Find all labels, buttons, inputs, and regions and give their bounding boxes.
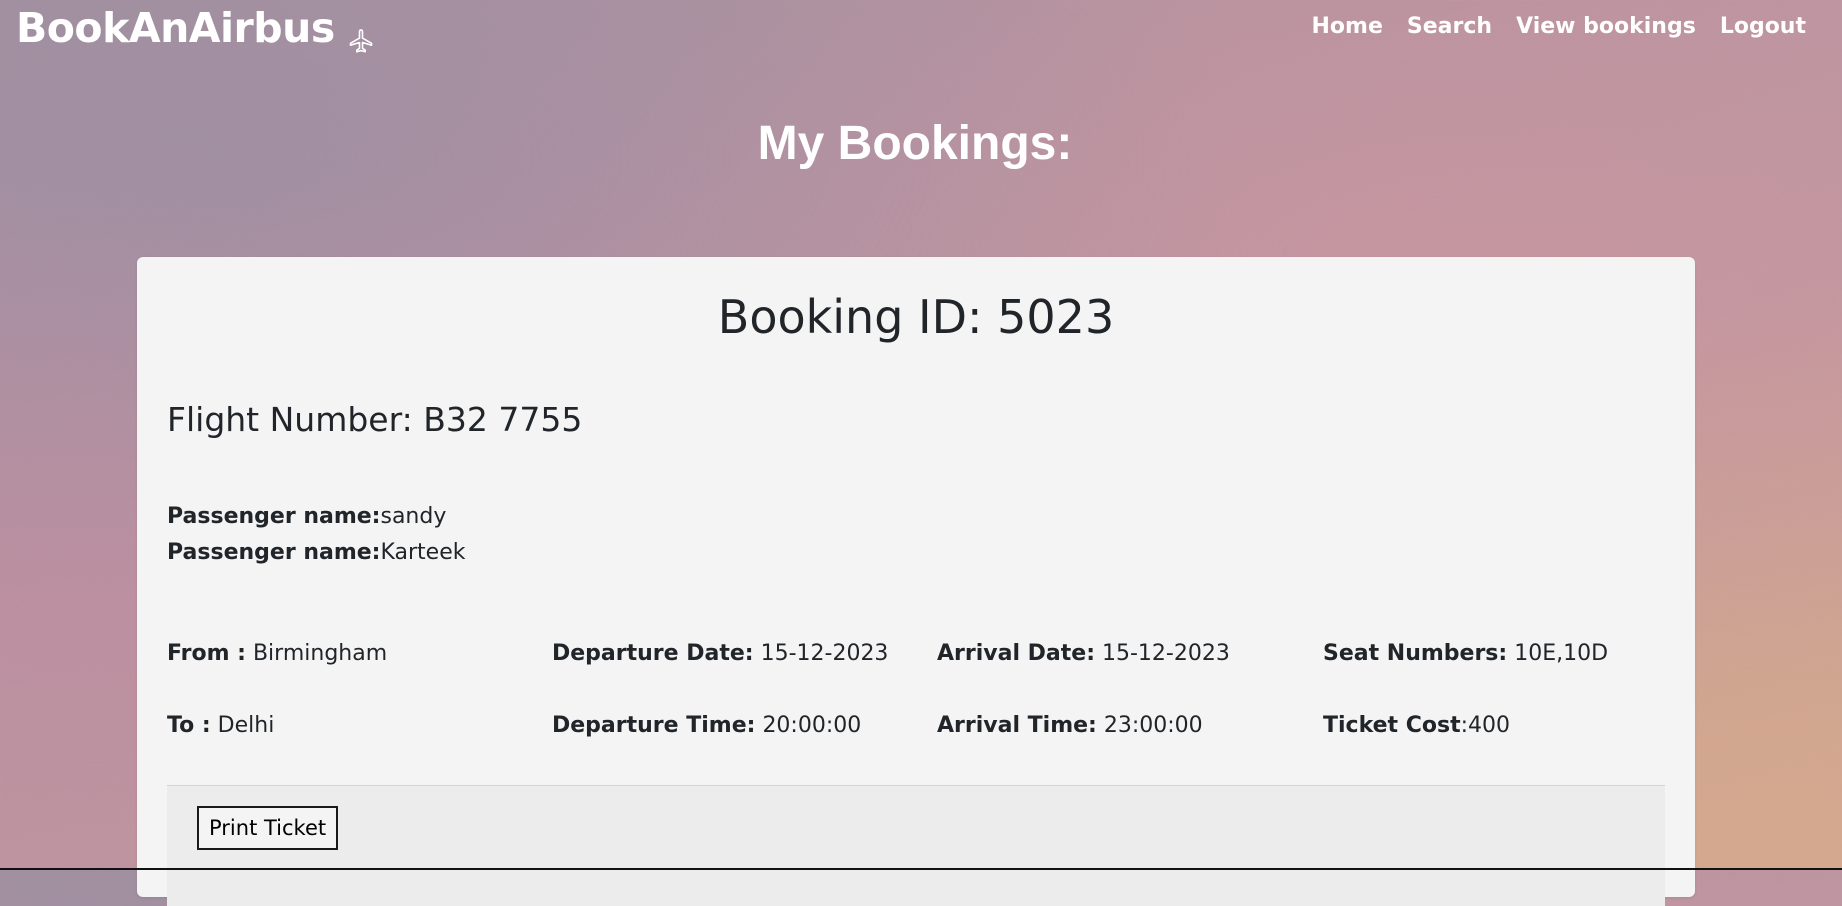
arrival-time-detail: Arrival Time: 23:00:00 bbox=[937, 709, 1203, 743]
passenger-name-value: sandy bbox=[380, 504, 447, 529]
airplane-icon bbox=[347, 17, 375, 53]
nav-search-link[interactable]: Search bbox=[1407, 10, 1492, 44]
brand-name: BookAnAirbus bbox=[16, 4, 335, 52]
to-detail: To : Delhi bbox=[167, 709, 274, 743]
to-label: To : bbox=[167, 713, 211, 738]
passenger-row: Passenger name:sandy bbox=[167, 499, 466, 535]
nav-home-link[interactable]: Home bbox=[1312, 10, 1383, 44]
flight-number-heading: Flight Number: B32 7755 bbox=[167, 399, 582, 441]
from-value: Birmingham bbox=[252, 641, 388, 666]
departure-time-label: Departure Time: bbox=[552, 713, 756, 738]
booking-card: Booking ID: 5023 Flight Number: B32 7755… bbox=[137, 257, 1695, 906]
page-title: My Bookings: bbox=[757, 117, 1073, 170]
ticket-cost-value: :400 bbox=[1460, 713, 1511, 738]
passenger-name-label: Passenger name: bbox=[167, 540, 381, 565]
booking-id-label: Booking ID: bbox=[717, 290, 983, 344]
departure-date-detail: Departure Date: 15-12-2023 bbox=[552, 637, 888, 671]
nav-view-bookings-link[interactable]: View bookings bbox=[1516, 10, 1696, 44]
arrival-date-detail: Arrival Date: 15-12-2023 bbox=[937, 637, 1230, 671]
arrival-date-label: Arrival Date: bbox=[937, 641, 1095, 666]
departure-date-label: Departure Date: bbox=[552, 641, 754, 666]
brand-logo-link[interactable]: BookAnAirbus bbox=[16, 2, 375, 54]
seat-numbers-value: 10E,10D bbox=[1514, 641, 1609, 666]
booking-id-value: 5023 bbox=[997, 290, 1115, 344]
nav-logout-link[interactable]: Logout bbox=[1720, 10, 1806, 44]
arrival-time-value: 23:00:00 bbox=[1103, 713, 1203, 738]
passenger-name-label: Passenger name: bbox=[167, 504, 381, 529]
flight-number-value: B32 7755 bbox=[423, 400, 583, 439]
from-label: From : bbox=[167, 641, 246, 666]
seat-numbers-label: Seat Numbers: bbox=[1323, 641, 1508, 666]
seat-numbers-detail: Seat Numbers: 10E,10D bbox=[1323, 637, 1608, 671]
departure-time-value: 20:00:00 bbox=[762, 713, 862, 738]
passenger-name-value: Karteek bbox=[380, 540, 466, 565]
flight-number-label: Flight Number: bbox=[167, 400, 413, 439]
passenger-list: Passenger name:sandy Passenger name:Kart… bbox=[167, 499, 466, 571]
booking-id-heading: Booking ID: 5023 bbox=[137, 289, 1695, 345]
arrival-date-value: 15-12-2023 bbox=[1102, 641, 1230, 666]
print-ticket-button[interactable]: Print Ticket bbox=[197, 806, 339, 850]
to-value: Delhi bbox=[217, 713, 275, 738]
ticket-cost-label: Ticket Cost bbox=[1323, 713, 1461, 738]
nav-links: Home Search View bookings Logout bbox=[1312, 10, 1806, 44]
departure-time-detail: Departure Time: 20:00:00 bbox=[552, 709, 861, 743]
booking-card-footer: Print Ticket bbox=[167, 785, 1665, 906]
passenger-row: Passenger name:Karteek bbox=[167, 535, 466, 571]
arrival-time-label: Arrival Time: bbox=[937, 713, 1097, 738]
from-detail: From : Birmingham bbox=[167, 637, 387, 671]
departure-date-value: 15-12-2023 bbox=[760, 641, 889, 666]
navbar: BookAnAirbus Home Search View bookings L… bbox=[0, 0, 1842, 56]
ticket-cost-detail: Ticket Cost:400 bbox=[1323, 709, 1510, 743]
